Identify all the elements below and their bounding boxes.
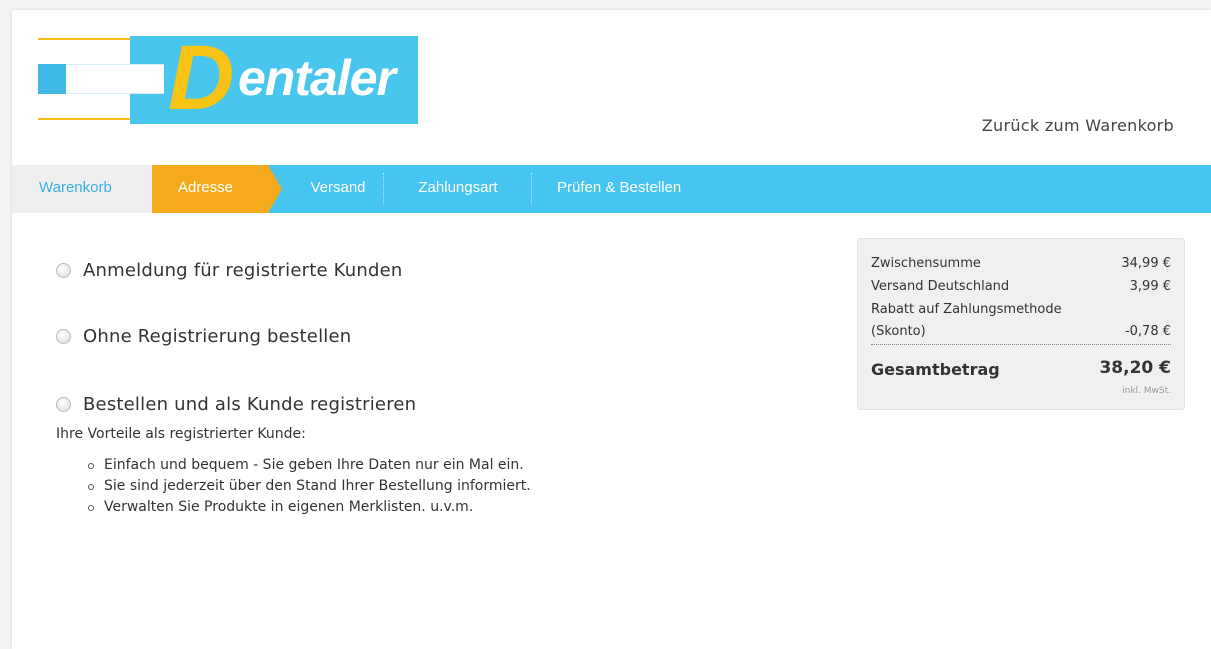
step-cart[interactable]: Warenkorb xyxy=(12,165,152,213)
bullet-icon xyxy=(88,484,94,490)
benefit-text: Verwalten Sie Produkte in eigenen Merkli… xyxy=(104,499,474,515)
order-summary-box: Zwischensumme 34,99 € Versand Deutschlan… xyxy=(857,238,1185,410)
total-value: 38,20 € xyxy=(1099,358,1171,378)
step-address[interactable]: Adresse xyxy=(152,165,268,213)
logo-wordmark: entaler xyxy=(238,50,396,106)
back-to-cart-link[interactable]: Zurück zum Warenkorb xyxy=(982,116,1174,135)
option-label[interactable]: Anmeldung für registrierte Kunden xyxy=(83,260,403,281)
benefit-text: Sie sind jederzeit über den Stand Ihrer … xyxy=(104,478,531,494)
step-shipping[interactable]: Versand xyxy=(292,165,384,213)
summary-divider xyxy=(871,344,1171,345)
option-register-and-order[interactable]: Bestellen und als Kunde registrieren xyxy=(56,391,416,417)
option-label[interactable]: Bestellen und als Kunde registrieren xyxy=(83,394,416,415)
radio-guest-checkout[interactable] xyxy=(56,328,71,344)
shipping-label: Versand Deutschland xyxy=(871,279,1010,294)
subtotal-label: Zwischensumme xyxy=(871,256,981,271)
logo-bar-blue xyxy=(38,64,66,94)
discount-value: -0,78 € xyxy=(1124,324,1171,339)
list-item: Verwalten Sie Produkte in eigenen Merkli… xyxy=(86,497,531,518)
list-item: Einfach und bequem - Sie geben Ihre Date… xyxy=(86,455,531,476)
radio-register-and-order[interactable] xyxy=(56,396,71,412)
benefits-title: Ihre Vorteile als registrierter Kunde: xyxy=(56,426,306,442)
shipping-value: 3,99 € xyxy=(1129,279,1171,294)
checkout-steps-nav: Warenkorb Adresse Versand Zahlungsart Pr… xyxy=(12,165,1211,213)
step-review-order[interactable]: Prüfen & Bestellen xyxy=(532,165,722,213)
option-label[interactable]: Ohne Registrierung bestellen xyxy=(83,326,351,347)
checkout-page: D entaler Zurück zum Warenkorb Warenkorb… xyxy=(12,10,1211,649)
logo-letter-d: D xyxy=(168,27,234,129)
radio-login-registered[interactable] xyxy=(56,262,71,278)
option-login-registered[interactable]: Anmeldung für registrierte Kunden xyxy=(56,257,403,283)
list-item: Sie sind jederzeit über den Stand Ihrer … xyxy=(86,476,531,497)
discount-label: Rabatt auf Zahlungsmethode xyxy=(871,302,1062,317)
tax-note: inkl. MwSt. xyxy=(1122,386,1171,396)
step-address-arrow xyxy=(268,165,282,213)
benefits-list: Einfach und bequem - Sie geben Ihre Date… xyxy=(86,455,531,518)
bullet-icon xyxy=(88,505,94,511)
benefit-text: Einfach und bequem - Sie geben Ihre Date… xyxy=(104,457,524,473)
discount-label-sub: (Skonto) xyxy=(871,324,926,339)
logo-bar-white xyxy=(66,64,164,94)
step-payment[interactable]: Zahlungsart xyxy=(384,165,532,213)
total-label: Gesamtbetrag xyxy=(871,360,1000,379)
dentaler-logo[interactable]: D entaler xyxy=(38,30,418,126)
option-guest-checkout[interactable]: Ohne Registrierung bestellen xyxy=(56,323,351,349)
bullet-icon xyxy=(88,463,94,469)
subtotal-value: 34,99 € xyxy=(1121,256,1171,271)
